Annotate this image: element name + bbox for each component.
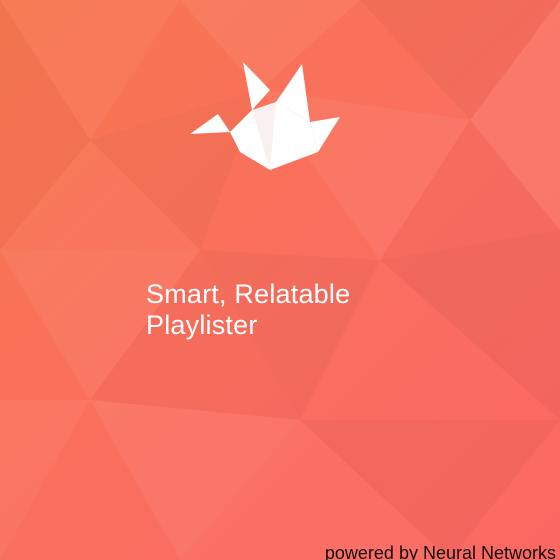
app-tagline: Smart, Relatable Playlister — [146, 279, 526, 341]
powered-by-footer: powered by Neural Networks — [324, 543, 556, 560]
splash-screen: Smart, Relatable Playlister powered by N… — [0, 0, 560, 560]
tagline-line-2: Playlister — [146, 310, 258, 340]
origami-crane-icon — [190, 62, 340, 170]
tagline-line-1: Smart, Relatable — [146, 279, 351, 309]
